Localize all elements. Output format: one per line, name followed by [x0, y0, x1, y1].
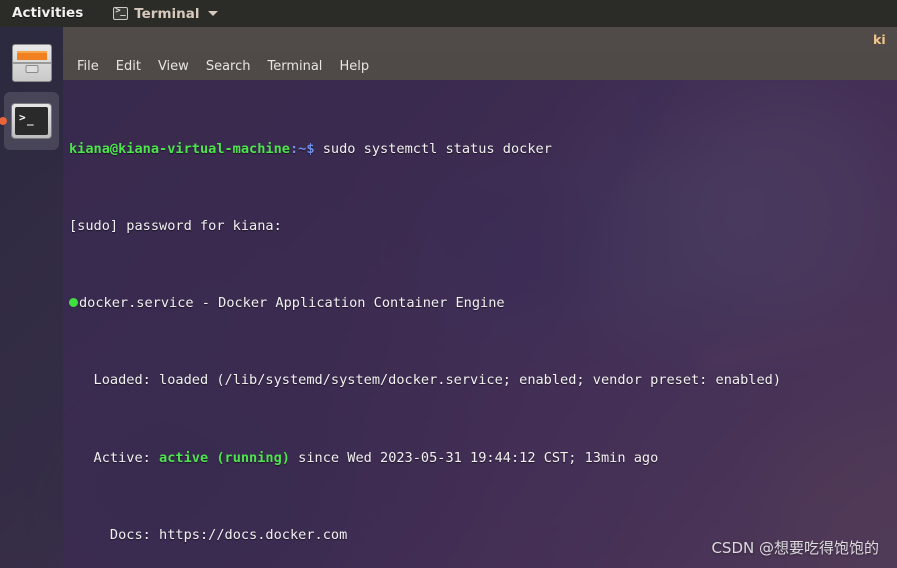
terminal-line-docs: Docs: https://docs.docker.com — [69, 526, 897, 545]
terminal-line-loaded: Loaded: loaded (/lib/systemd/system/dock… — [69, 371, 897, 390]
prompt-user: kiana@kiana-virtual-machine — [69, 140, 290, 157]
menu-help[interactable]: Help — [339, 59, 369, 74]
files-icon — [11, 44, 52, 82]
field-value-rest: since Wed 2023-05-31 19:44:12 CST; 13min… — [289, 449, 659, 466]
dock-item-terminal[interactable]: > _ — [4, 92, 59, 150]
terminal-line-unit: docker.service - Docker Application Cont… — [69, 294, 897, 313]
window-title: ki — [873, 32, 886, 47]
field-value: loaded (/lib/systemd/system/docker.servi… — [159, 372, 782, 389]
terminal-body[interactable]: kiana@kiana-virtual-machine:~$ sudo syst… — [63, 80, 897, 568]
status-dot-icon — [69, 297, 78, 307]
terminal-output: kiana@kiana-virtual-machine:~$ sudo syst… — [69, 82, 897, 568]
terminal-menubar: File Edit View Search Terminal Help — [63, 53, 897, 80]
prompt-path: :~$ — [289, 140, 315, 157]
menu-view[interactable]: View — [158, 59, 189, 74]
window-titlebar[interactable]: ki — [63, 27, 897, 53]
terminal-window: ki File Edit View Search Terminal Help k… — [63, 27, 897, 568]
field-value-active: active (running) — [159, 449, 290, 466]
app-menu-button[interactable]: Terminal — [113, 5, 218, 22]
app-menu-label: Terminal — [134, 5, 200, 22]
menu-edit[interactable]: Edit — [116, 59, 141, 74]
gnome-top-bar: Activities Terminal — [0, 0, 897, 27]
field-label: Loaded: — [69, 372, 160, 389]
menu-file[interactable]: File — [77, 59, 99, 74]
desktop-screen: Activities Terminal >_ ki — [0, 0, 897, 568]
terminal-icon — [113, 6, 129, 20]
activities-button[interactable]: Activities — [2, 0, 93, 27]
terminal-icon: > _ — [11, 103, 52, 139]
field-label: Active: — [69, 449, 160, 466]
unit-header: docker.service - Docker Application Cont… — [79, 295, 505, 312]
terminal-line-command: kiana@kiana-virtual-machine:~$ sudo syst… — [69, 140, 897, 159]
command-text: sudo systemctl status docker — [314, 140, 552, 157]
field-label: Docs: — [69, 526, 160, 543]
menu-search[interactable]: Search — [206, 59, 251, 74]
dock-item-files[interactable] — [0, 34, 63, 92]
field-value: https://docs.docker.com — [159, 526, 348, 543]
menu-terminal[interactable]: Terminal — [267, 59, 322, 74]
dock: > _ — [0, 27, 63, 568]
terminal-line-active: Active: active (running) since Wed 2023-… — [69, 449, 897, 468]
terminal-line-sudo: [sudo] password for kiana: — [69, 218, 282, 235]
chevron-down-icon — [207, 11, 218, 16]
